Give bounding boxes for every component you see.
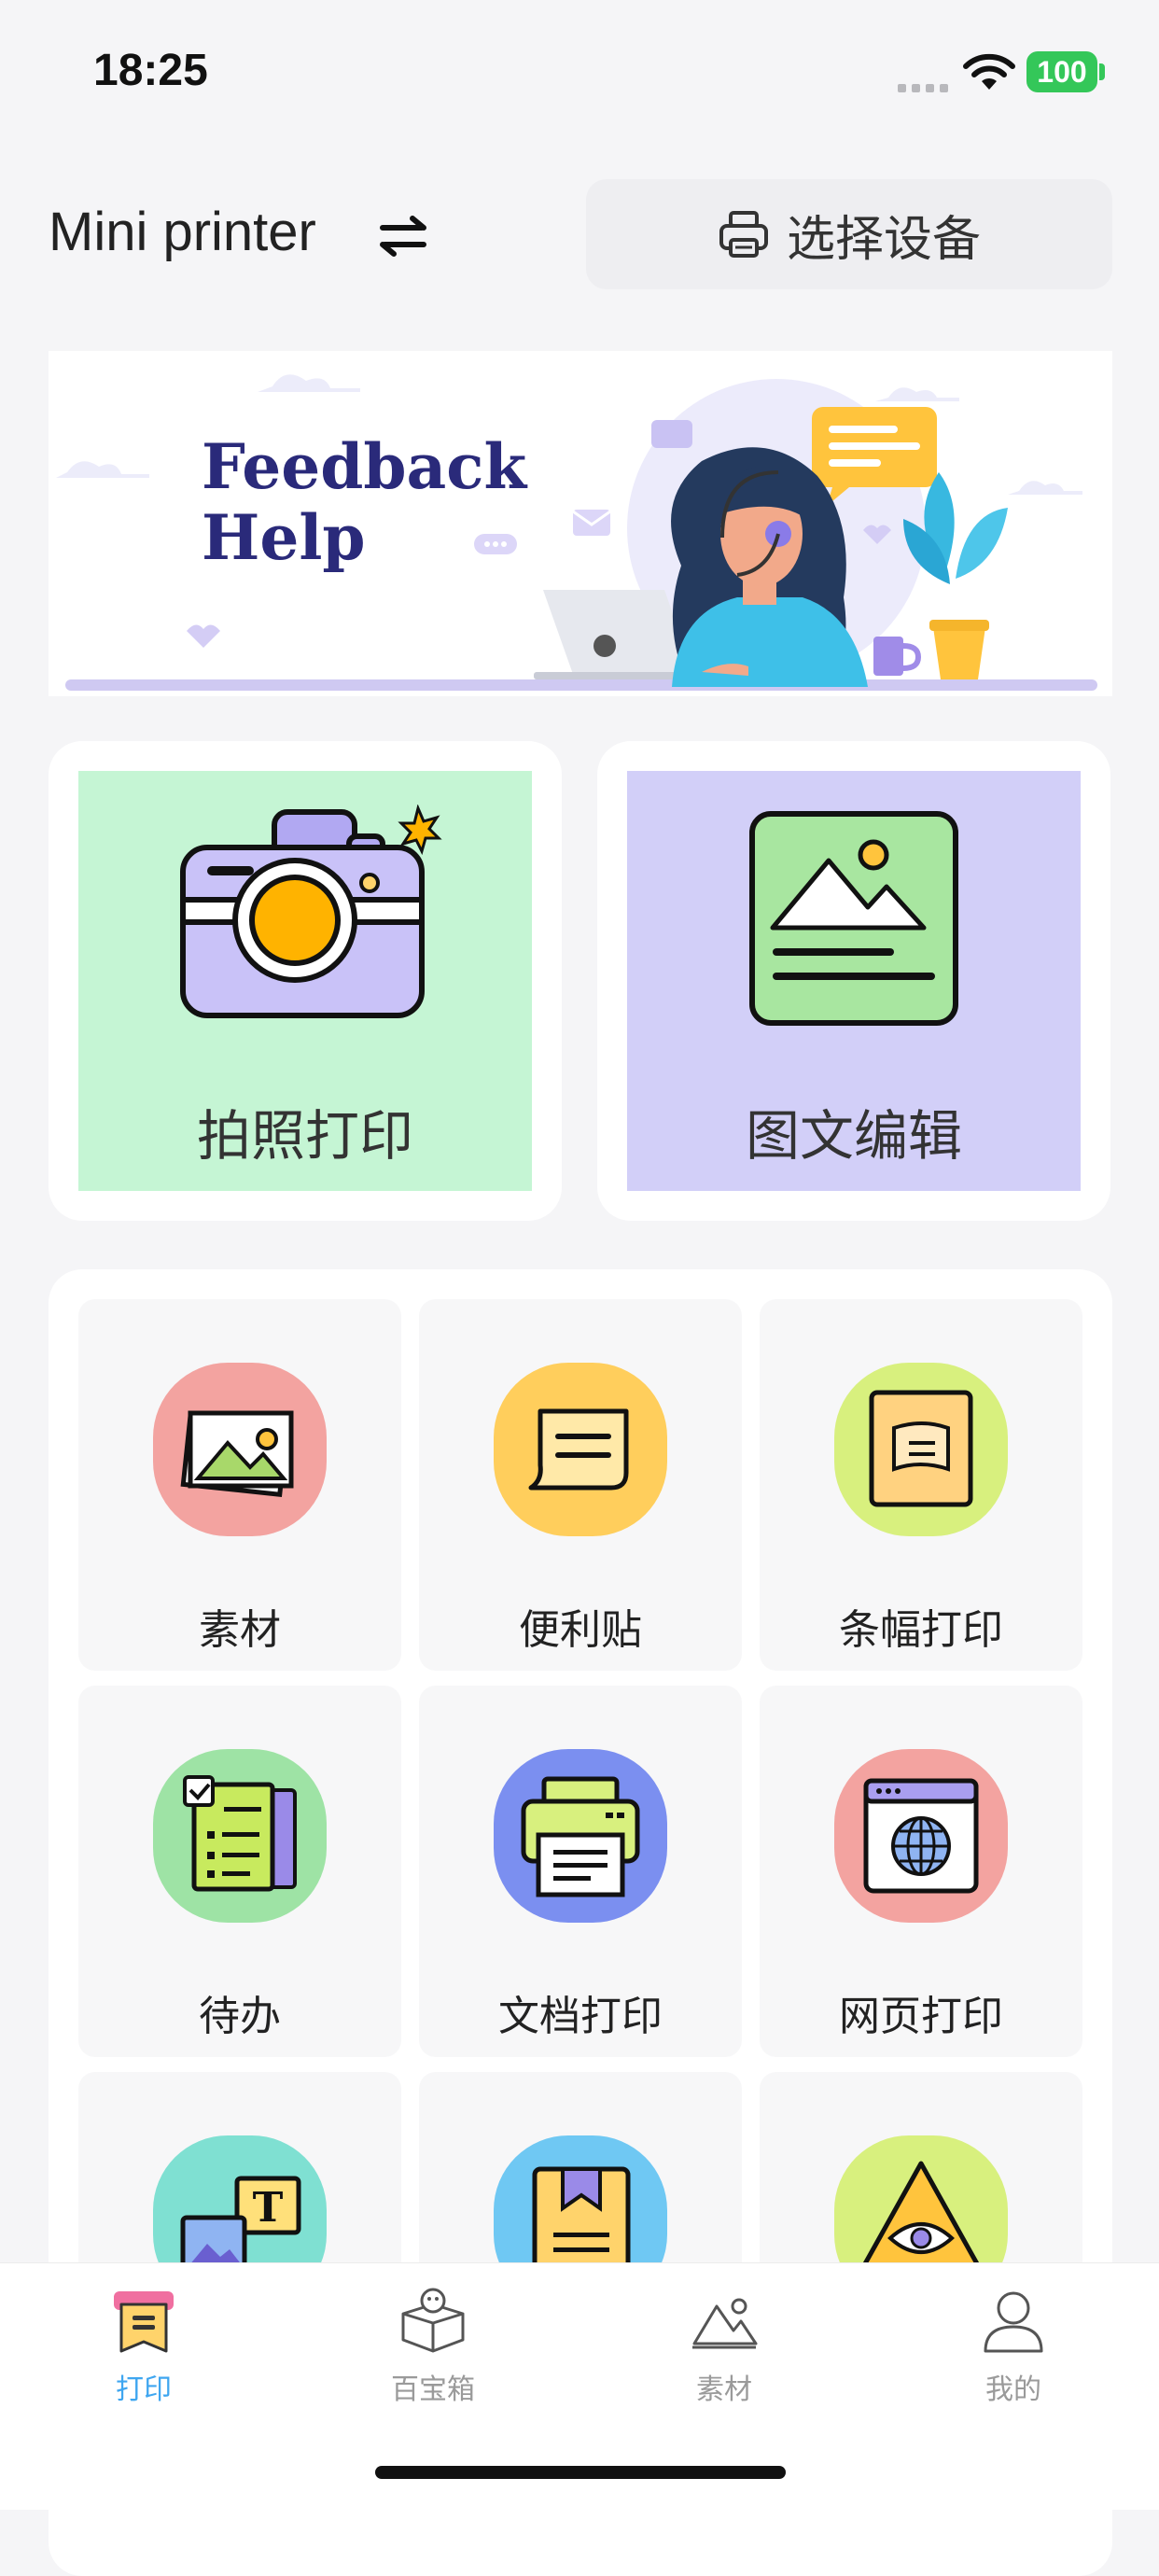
person-icon: [984, 2291, 1043, 2353]
grid-item-web-print[interactable]: 网页打印: [760, 1686, 1082, 2057]
image-edit-label: 图文编辑: [745, 1104, 962, 1168]
tab-label: 素材: [696, 2373, 752, 2406]
grid-item-label: 文档打印: [498, 1993, 663, 2040]
sticky-note-icon: [494, 1363, 667, 1536]
banner-print-icon: [834, 1363, 1008, 1536]
printer-icon: [719, 211, 768, 258]
banner-title: Feedback Help: [202, 430, 527, 574]
wifi-icon: [963, 53, 1015, 90]
web-globe-icon: [834, 1749, 1008, 1923]
tab-mine[interactable]: 我的: [920, 2286, 1107, 2407]
tab-label: 我的: [985, 2373, 1041, 2406]
battery-icon: 100: [1026, 51, 1097, 92]
mountain-image-icon: [692, 2298, 758, 2349]
signal-dots-icon: [898, 78, 954, 92]
grid-item-banner-print[interactable]: 条幅打印: [760, 1299, 1082, 1671]
camera-icon: [180, 805, 442, 1018]
photo-print-label: 拍照打印: [196, 1104, 413, 1168]
tab-label: 百宝箱: [391, 2373, 475, 2406]
print-tab-icon: [114, 2291, 174, 2353]
image-document-icon: [749, 811, 958, 1026]
tab-label: 打印: [116, 2373, 172, 2406]
tab-print[interactable]: 打印: [50, 2286, 237, 2407]
photo-print-card[interactable]: 拍照打印: [49, 741, 562, 1221]
select-device-button[interactable]: 选择设备: [586, 179, 1112, 289]
grid-item-sticky-note[interactable]: 便利贴: [419, 1299, 742, 1671]
grid-item-todo[interactable]: 待办: [78, 1686, 401, 2057]
home-indicator: [375, 2466, 786, 2479]
swap-arrows-icon[interactable]: [375, 213, 431, 259]
select-device-label: 选择设备: [786, 211, 981, 268]
photo-print-card-bg: 拍照打印: [78, 771, 532, 1191]
svg-text:T: T: [253, 2184, 284, 2232]
feedback-help-banner[interactable]: Feedback Help: [49, 351, 1112, 696]
grid-item-label: 条幅打印: [839, 1606, 1003, 1654]
treasure-box-icon: [401, 2288, 465, 2353]
document-printer-icon: [494, 1749, 667, 1923]
grid-item-label: 待办: [199, 1993, 281, 2040]
grid-item-label: 便利贴: [519, 1606, 642, 1654]
app-title: Mini printer: [49, 202, 316, 262]
tab-toolbox[interactable]: 百宝箱: [340, 2286, 526, 2407]
image-edit-card[interactable]: 图文编辑: [597, 741, 1110, 1221]
photo-material-icon: [153, 1363, 327, 1536]
status-time: 18:25: [93, 46, 208, 95]
grid-item-document-print[interactable]: 文档打印: [419, 1686, 742, 2057]
battery-tip: [1099, 63, 1105, 80]
grid-item-material[interactable]: 素材: [78, 1299, 401, 1671]
grid-item-label: 网页打印: [839, 1993, 1003, 2040]
todo-checklist-icon: [153, 1749, 327, 1923]
image-edit-card-bg: 图文编辑: [627, 771, 1081, 1191]
tab-material[interactable]: 素材: [631, 2286, 817, 2407]
grid-item-label: 素材: [199, 1606, 281, 1654]
